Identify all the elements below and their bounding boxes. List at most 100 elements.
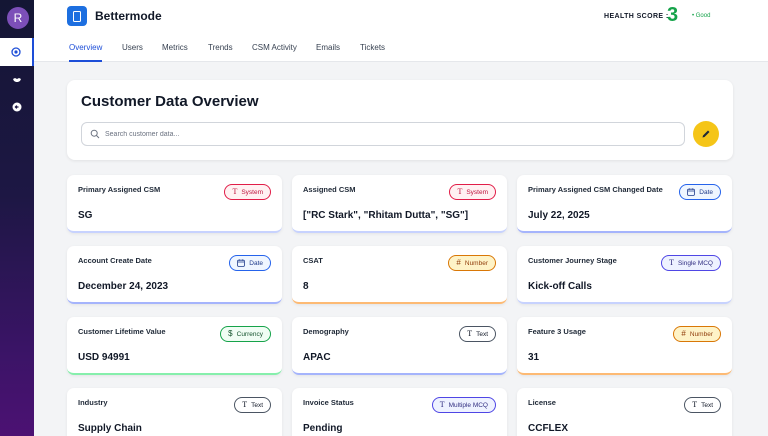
field-label: Customer Journey Stage — [528, 256, 617, 265]
tab-users[interactable]: Users — [122, 43, 143, 52]
tab-overview[interactable]: Overview — [69, 43, 102, 52]
field-label: Customer Lifetime Value — [78, 327, 166, 336]
field-type-badge: $ Currency — [220, 326, 271, 342]
field-type-badge: # Number — [673, 326, 721, 342]
calendar-icon — [687, 188, 696, 196]
health-status: • Good — [692, 13, 711, 19]
edit-button[interactable] — [693, 121, 719, 147]
field-label: License — [528, 398, 556, 407]
field-type-badge: T Text — [459, 326, 496, 342]
field-type-badge: T Single MCQ — [661, 255, 721, 271]
field-value: July 22, 2025 — [528, 210, 590, 221]
field-label: Invoice Status — [303, 398, 354, 407]
field-label: Account Create Date — [78, 256, 152, 265]
field-card[interactable]: Demography APAC T Text — [292, 317, 507, 375]
rail-back-button[interactable] — [0, 93, 34, 121]
active-tab-indicator — [69, 60, 102, 62]
text-icon: T — [232, 187, 238, 196]
field-type-label: Multiple MCQ — [448, 401, 488, 409]
field-label: Primary Assigned CSM Changed Date — [528, 185, 663, 194]
field-label: Primary Assigned CSM — [78, 185, 161, 194]
health-score-value: 3 — [667, 4, 679, 26]
field-card[interactable]: Feature 3 Usage 31 # Number — [517, 317, 732, 375]
field-type-badge: Date — [679, 184, 721, 200]
field-type-label: Date — [249, 259, 263, 267]
field-label: CSAT — [303, 256, 323, 265]
field-label: Feature 3 Usage — [528, 327, 586, 336]
field-type-label: System — [466, 188, 488, 196]
field-card[interactable]: License CCFLEX T Text — [517, 388, 732, 436]
search-input[interactable] — [105, 126, 675, 142]
text-icon: T — [242, 400, 248, 409]
tab-tickets[interactable]: Tickets — [360, 43, 385, 52]
field-value: ["RC Stark", "Rhitam Dutta", "SG"] — [303, 210, 469, 221]
field-type-label: Text — [701, 401, 713, 409]
field-value: APAC — [303, 352, 331, 363]
field-type-badge: T System — [224, 184, 271, 200]
field-type-badge: T System — [449, 184, 496, 200]
field-value: Supply Chain — [78, 423, 142, 434]
tab-emails[interactable]: Emails — [316, 43, 340, 52]
field-type-badge: Date — [229, 255, 271, 271]
field-type-badge: T Text — [684, 397, 721, 413]
side-rail: R — [0, 0, 34, 436]
field-card[interactable]: Industry Supply Chain T Text — [67, 388, 282, 436]
search-icon — [90, 129, 100, 139]
field-card[interactable]: Invoice Status Pending T Multiple MCQ — [292, 388, 507, 436]
field-type-badge: T Multiple MCQ — [431, 397, 496, 413]
field-type-label: System — [241, 188, 263, 196]
pencil-icon — [702, 130, 710, 138]
field-value: SG — [78, 210, 93, 221]
tab-metrics[interactable]: Metrics — [162, 43, 188, 52]
field-label: Demography — [303, 327, 349, 336]
tab-trends[interactable]: Trends — [208, 43, 233, 52]
field-label: Industry — [78, 398, 108, 407]
field-value: 8 — [303, 281, 309, 292]
field-label: Assigned CSM — [303, 185, 356, 194]
field-value: CCFLEX — [528, 423, 568, 434]
text-icon: T — [457, 187, 463, 196]
field-type-label: Number — [464, 259, 488, 267]
field-card[interactable]: Primary Assigned CSM SG T System — [67, 175, 282, 233]
avatar[interactable]: R — [7, 7, 29, 29]
field-type-label: Text — [251, 401, 263, 409]
calendar-icon — [237, 259, 246, 267]
field-type-label: Single MCQ — [677, 259, 713, 267]
tab-csm-activity[interactable]: CSM Activity — [252, 43, 297, 52]
field-card[interactable]: Customer Lifetime Value USD 94991 $ Currenc… — [67, 317, 282, 375]
field-value: December 24, 2023 — [78, 281, 169, 292]
page-title: Customer Data Overview — [81, 93, 259, 110]
health-score-label: HEALTH SCORE : — [604, 13, 669, 20]
hash-icon: # — [456, 258, 461, 267]
text-icon: T — [439, 400, 445, 409]
field-type-badge: # Number — [448, 255, 496, 271]
field-card[interactable]: Customer Journey Stage Kick-off Calls T Sin… — [517, 246, 732, 304]
field-card[interactable]: Primary Assigned CSM Changed Date July 22… — [517, 175, 732, 233]
arrow-left-circle-icon — [12, 102, 22, 112]
dollar-icon: $ — [228, 329, 233, 338]
field-type-label: Text — [476, 330, 488, 338]
field-type-label: Date — [699, 188, 713, 196]
field-card[interactable]: Assigned CSM ["RC Stark", "Rhitam Dutta",… — [292, 175, 507, 233]
rail-overview-button[interactable] — [0, 38, 34, 66]
handshake-icon — [13, 78, 21, 82]
rail-handshake-button[interactable] — [0, 66, 34, 94]
field-value: Kick-off Calls — [528, 281, 592, 292]
brand-name: Bettermode — [95, 9, 162, 23]
hash-icon: # — [681, 329, 686, 338]
field-type-label: Currency — [236, 330, 263, 338]
field-card[interactable]: Account Create Date December 24, 2023 Date — [67, 246, 282, 304]
text-icon: T — [467, 329, 473, 338]
search-box — [81, 122, 685, 146]
text-icon: T — [669, 258, 674, 267]
field-value: Pending — [303, 423, 343, 434]
app-logo — [67, 6, 87, 26]
eye-icon — [11, 47, 21, 57]
text-icon: T — [692, 400, 698, 409]
tab-bar: Overview Users Metrics Trends CSM Activi… — [34, 34, 768, 62]
field-value: USD 94991 — [78, 352, 130, 363]
overview-card: Customer Data Overview — [67, 80, 733, 160]
field-card[interactable]: CSAT 8 # Number — [292, 246, 507, 304]
field-type-badge: T Text — [234, 397, 271, 413]
field-type-label: Number — [689, 330, 713, 338]
